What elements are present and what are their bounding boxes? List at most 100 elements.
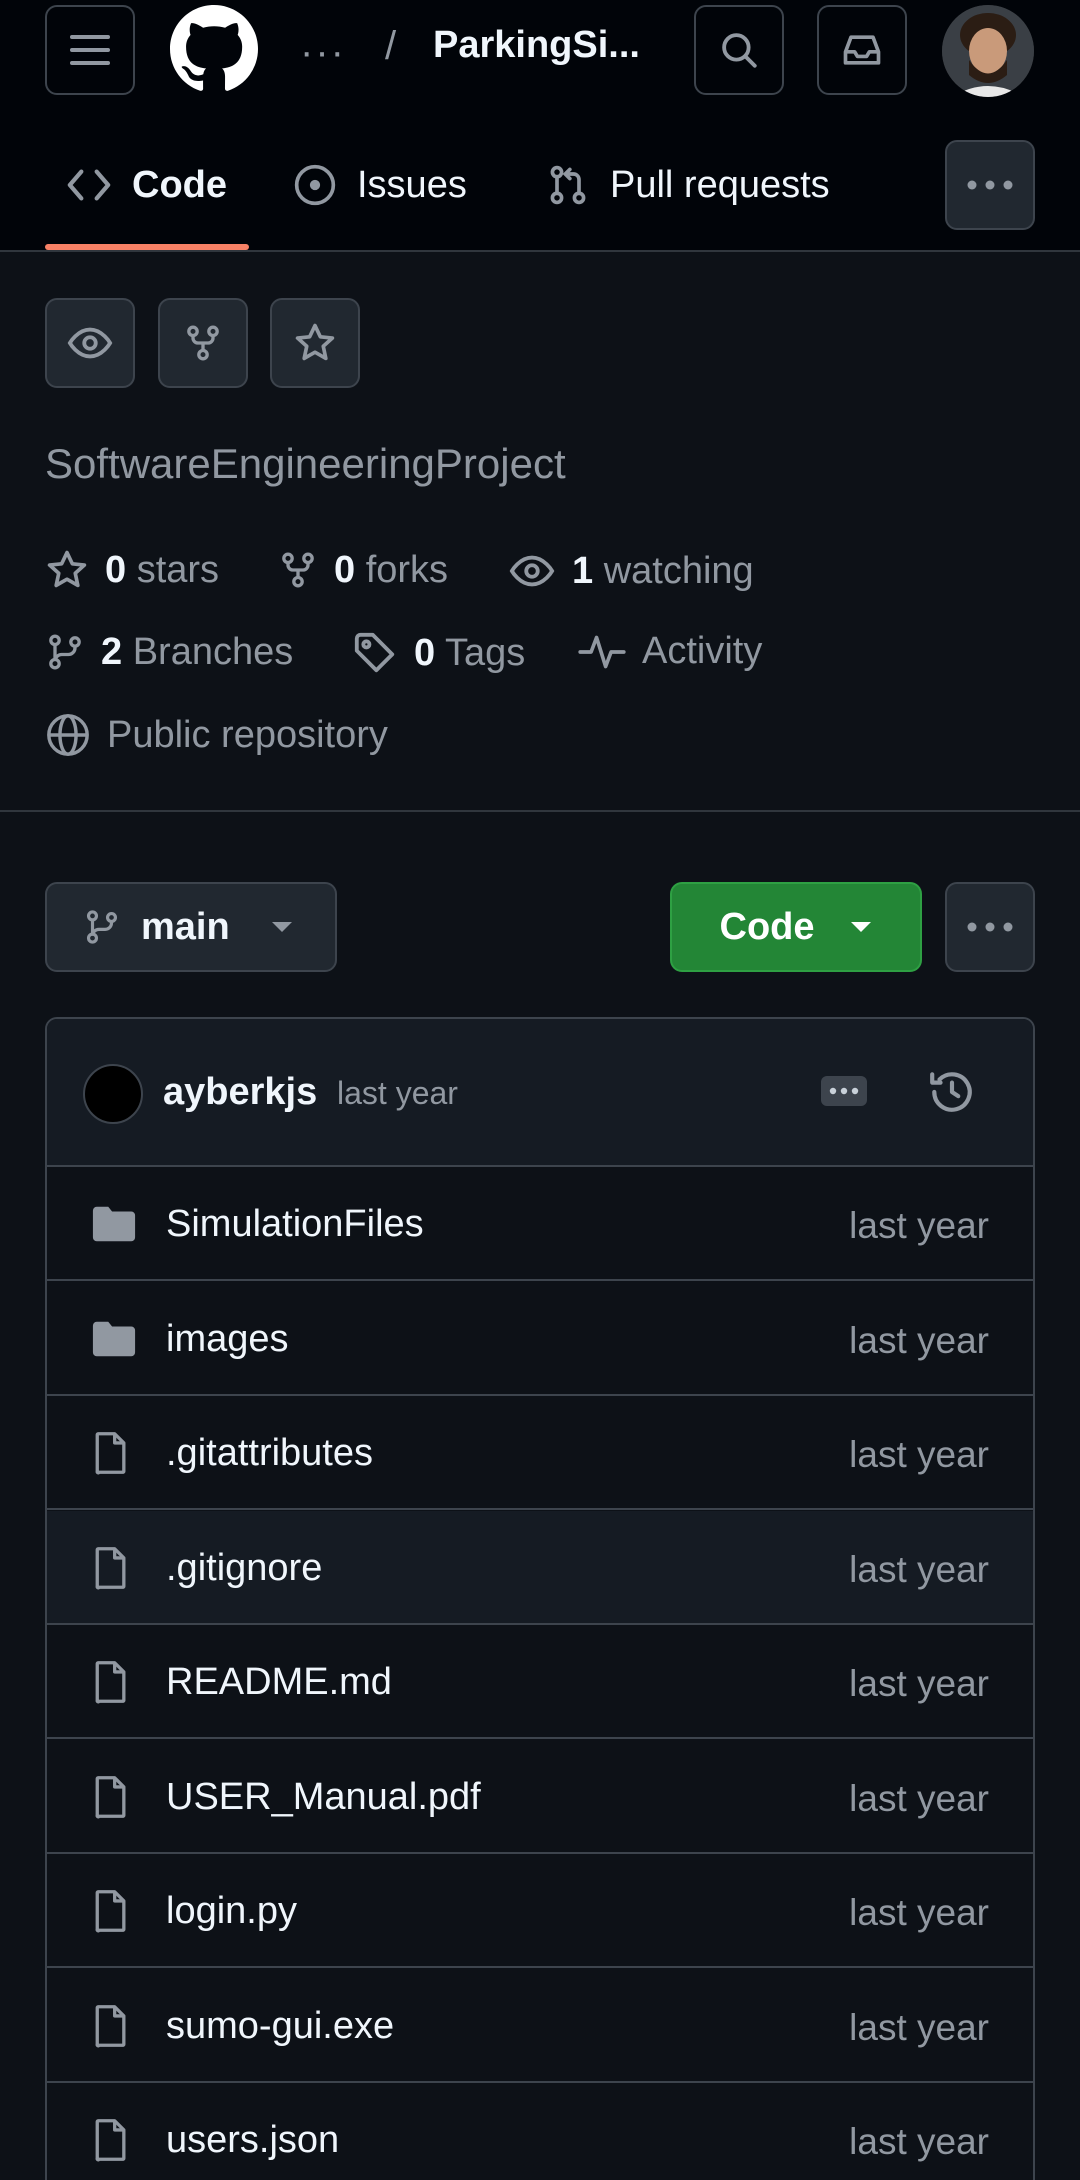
file-list: ayberkjs last year SimulationFiles last y…	[45, 1017, 1035, 2180]
commit-history-button[interactable]	[927, 1067, 977, 1117]
breadcrumb-separator: /	[385, 24, 397, 68]
ellipsis-icon	[829, 1087, 859, 1095]
code-icon	[67, 169, 111, 201]
breadcrumb-overflow[interactable]: ···	[300, 30, 346, 75]
file-row[interactable]: .gitignore last year	[47, 1510, 1033, 1625]
branch-name: main	[141, 905, 230, 948]
file-row[interactable]: users.json last year	[47, 2083, 1033, 2180]
file-row[interactable]: .gitattributes last year	[47, 1396, 1033, 1510]
repo-breadcrumb-title[interactable]: ParkingSi...	[433, 24, 640, 67]
triangle-down-icon	[850, 922, 871, 932]
github-logo-icon[interactable]	[170, 5, 258, 93]
file-row[interactable]: login.py last year	[47, 1854, 1033, 1968]
file-name[interactable]: SimulationFiles	[166, 1203, 424, 1246]
inbox-button[interactable]	[817, 5, 907, 95]
file-icon	[95, 1661, 126, 1704]
inbox-icon	[843, 35, 881, 65]
file-icon	[95, 1432, 126, 1475]
code-dropdown-button[interactable]: Code	[670, 882, 922, 972]
repo-forked-icon	[282, 552, 314, 588]
file-row[interactable]: USER_Manual.pdf last year	[47, 1740, 1033, 1854]
section-divider	[0, 810, 1080, 812]
repo-more-button[interactable]	[945, 882, 1035, 972]
stars-count: 0	[105, 548, 127, 591]
file-icon	[91, 1431, 131, 1475]
branch-selector[interactable]: main	[45, 882, 337, 972]
branches-label: Branches	[132, 630, 294, 673]
folder-icon	[92, 1321, 136, 1356]
file-name[interactable]: README.md	[166, 1661, 392, 1704]
tab-code[interactable]: Code	[66, 150, 227, 220]
tab-issues-label: Issues	[357, 163, 467, 206]
commit-author-avatar[interactable]	[83, 1064, 143, 1124]
watching-link[interactable]: 1 watching	[508, 548, 754, 594]
file-icon	[91, 1660, 131, 1704]
watch-button[interactable]	[45, 298, 135, 388]
file-row[interactable]: sumo-gui.exe last year	[47, 1969, 1033, 2083]
file-icon	[95, 1546, 126, 1589]
folder-icon	[91, 1204, 137, 1244]
tab-code-label: Code	[132, 163, 227, 206]
folder-icon	[92, 1206, 136, 1242]
search-button[interactable]	[694, 5, 784, 95]
commit-author[interactable]: ayberkjs	[163, 1071, 317, 1114]
latest-commit: ayberkjs last year	[47, 1019, 1033, 1167]
fork-button[interactable]	[158, 298, 248, 388]
pulse-icon	[578, 635, 626, 668]
search-icon	[722, 33, 757, 68]
file-last-modified: last year	[849, 1434, 989, 1475]
file-name[interactable]: users.json	[166, 2119, 339, 2162]
tab-pull-requests-label: Pull requests	[610, 163, 830, 206]
file-icon	[91, 2118, 131, 2162]
file-name[interactable]: login.py	[166, 1890, 297, 1933]
file-row[interactable]: README.md last year	[47, 1625, 1033, 1739]
repo-name: SoftwareEngineeringProject	[45, 440, 566, 487]
app-header: ··· / ParkingSi... Code Issues Pull requ…	[0, 0, 1080, 252]
file-icon	[95, 2119, 126, 2162]
tags-link[interactable]: 0 Tags	[352, 630, 525, 676]
git-pull-request-icon	[550, 165, 586, 205]
globe-icon	[47, 714, 89, 756]
tab-issues[interactable]: Issues	[293, 150, 467, 220]
file-last-modified: last year	[849, 1548, 989, 1590]
file-last-modified: last year	[849, 1663, 989, 1704]
file-name[interactable]: .gitignore	[166, 1547, 322, 1590]
repo-forked-icon	[187, 325, 219, 361]
file-last-modified: last year	[849, 1205, 989, 1246]
file-icon	[91, 1546, 131, 1590]
branches-link[interactable]: 2 Branches	[45, 630, 293, 674]
menu-button[interactable]	[45, 5, 135, 95]
star-button[interactable]	[270, 298, 360, 388]
file-icon	[91, 1775, 131, 1819]
branches-count: 2	[101, 630, 123, 673]
file-last-modified: last year	[849, 2006, 989, 2048]
activity-label: Activity	[642, 630, 763, 672]
tabs-more-button[interactable]	[945, 140, 1035, 230]
kebab-horizontal-icon	[967, 922, 1013, 932]
file-row[interactable]: images last year	[47, 1282, 1033, 1396]
forks-link[interactable]: 0 forks	[278, 548, 448, 592]
file-name[interactable]: USER_Manual.pdf	[166, 1776, 481, 1819]
stars-label: stars	[136, 548, 220, 591]
file-name[interactable]: sumo-gui.exe	[166, 2005, 394, 2048]
stars-link[interactable]: 0 stars	[45, 548, 219, 592]
commit-message-toggle[interactable]	[821, 1076, 867, 1106]
activity-link[interactable]: Activity	[578, 630, 762, 673]
file-icon	[91, 1889, 131, 1933]
code-button-label: Code	[719, 905, 815, 948]
watching-label: watching	[603, 549, 754, 592]
tags-count: 0	[414, 631, 436, 674]
forks-label: forks	[365, 548, 449, 591]
file-name[interactable]: images	[166, 1318, 289, 1361]
issue-opened-icon	[294, 164, 336, 206]
tab-pull-requests[interactable]: Pull requests	[546, 150, 830, 220]
file-last-modified: last year	[849, 1892, 989, 1933]
commit-time: last year	[337, 1075, 458, 1111]
history-icon	[930, 1072, 972, 1112]
eye-icon	[509, 555, 555, 587]
user-avatar[interactable]	[942, 5, 1034, 97]
file-row[interactable]: SimulationFiles last year	[47, 1167, 1033, 1281]
file-icon	[95, 1890, 126, 1933]
triangle-down-icon	[271, 922, 292, 932]
file-name[interactable]: .gitattributes	[166, 1432, 373, 1475]
